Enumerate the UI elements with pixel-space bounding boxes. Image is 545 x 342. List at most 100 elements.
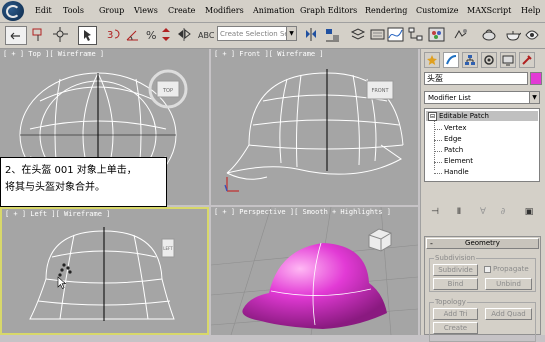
modify-tab-icon[interactable] <box>443 52 459 68</box>
modifier-list-label: Modifier List <box>428 94 471 102</box>
app-logo-icon[interactable] <box>2 1 24 21</box>
chevron-down-icon[interactable]: ▼ <box>529 92 539 103</box>
named-selection-icon[interactable]: ABC <box>197 26 215 43</box>
view-cube-left: LEFT <box>161 238 175 258</box>
viewport-perspective-label[interactable]: [ + ] Perspective ][ Smooth + Highlights… <box>214 208 391 216</box>
rollout-collapse-icon[interactable]: - <box>430 239 433 248</box>
menu-graph-editors[interactable]: Graph Editors <box>300 6 357 15</box>
curve-editor-icon[interactable] <box>387 26 404 43</box>
svg-text:ABC: ABC <box>198 31 214 40</box>
menu-customize[interactable]: Customize <box>416 6 459 15</box>
menu-edit[interactable]: Edit <box>35 6 52 15</box>
object-name-field[interactable]: 头盔 <box>424 72 528 85</box>
subdivision-group: Subdivision Subdivide Propagate Bind Unb… <box>429 254 536 292</box>
view-cube-top: TOP <box>148 69 188 109</box>
align-icon[interactable] <box>324 26 341 43</box>
menu-group[interactable]: Group <box>99 6 124 15</box>
render-frame-icon[interactable] <box>524 26 541 43</box>
modifier-list-dropdown[interactable]: Modifier List ▼ <box>424 91 540 104</box>
propagate-label: Propagate <box>493 265 529 273</box>
subdivide-button[interactable]: Subdivide <box>433 264 478 276</box>
chevron-down-icon[interactable]: ▼ <box>286 27 296 40</box>
menu-animation[interactable]: Animation <box>253 6 295 15</box>
menu-views[interactable]: Views <box>134 6 158 15</box>
undo-icon[interactable] <box>5 26 27 45</box>
mirror-icon[interactable] <box>303 26 320 43</box>
menu-create[interactable]: Create <box>168 6 195 15</box>
main-toolbar: 3 % ABC Create Selection Set ▼ <box>0 23 545 49</box>
schematic-icon[interactable] <box>407 26 424 43</box>
svg-text:TOP: TOP <box>162 88 173 94</box>
configure-sets-icon[interactable]: ▣ <box>522 205 536 219</box>
menu-modifiers[interactable]: Modifiers <box>205 6 244 15</box>
sub-object-edge[interactable]: Edge <box>444 135 462 143</box>
menu-tools[interactable]: Tools <box>63 6 84 15</box>
topology-title: Topology <box>434 298 467 306</box>
bind-button[interactable]: Bind <box>433 278 478 290</box>
viewport-top-label[interactable]: [ + ] Top ][ Wireframe ] <box>3 50 104 58</box>
front-view-wireframe: FRONT <box>224 69 404 192</box>
motion-tab-icon[interactable] <box>481 52 497 68</box>
utilities-tab-icon[interactable] <box>519 52 535 68</box>
view-cube-front: FRONT <box>366 80 394 100</box>
mirror-toggle-icon[interactable] <box>176 26 193 43</box>
bind-space-warp-icon[interactable] <box>52 26 69 43</box>
perspective-view <box>211 207 418 335</box>
remove-modifier-icon[interactable]: ∂ <box>496 205 510 219</box>
create-tab-icon[interactable] <box>424 52 440 68</box>
render-teapot-icon[interactable] <box>504 26 522 43</box>
geometry-rollout: - Geometry Subdivision Subdivide Propaga… <box>424 236 541 342</box>
svg-text:LEFT: LEFT <box>163 246 173 251</box>
rollout-title: Geometry <box>465 239 500 247</box>
layer-icon[interactable] <box>350 26 367 43</box>
geometry-rollout-header[interactable]: - Geometry <box>426 238 539 249</box>
object-color-swatch[interactable] <box>530 72 542 85</box>
callout-line-2: 将其与头盔对象合并。 <box>5 182 105 193</box>
topology-group: Topology Add Tri Add Quad Create <box>429 298 536 342</box>
stack-item-label: Editable Patch <box>439 112 489 120</box>
stack-item-editable-patch[interactable]: ⊟ Editable Patch <box>426 111 538 121</box>
toggle-ribbon-icon[interactable] <box>369 26 386 43</box>
collapse-icon[interactable]: ⊟ <box>428 112 437 121</box>
selection-set-dropdown[interactable]: Create Selection Set ▼ <box>217 26 297 41</box>
show-end-result-icon[interactable]: Ⅱ <box>452 205 466 219</box>
svg-text:3: 3 <box>107 30 113 41</box>
sub-object-element[interactable]: Element <box>444 157 473 165</box>
add-quad-button[interactable]: Add Quad <box>485 308 532 320</box>
selected-vertex-cluster <box>58 263 72 277</box>
stack-buttons: ⊣ Ⅱ ∀ ∂ ▣ <box>424 205 540 221</box>
sub-object-vertex[interactable]: Vertex <box>444 124 467 132</box>
pin-stack-icon[interactable]: ⊣ <box>428 205 442 219</box>
angle-snap-icon[interactable] <box>124 26 141 43</box>
menu-help[interactable]: Help <box>521 6 540 15</box>
svg-text:FRONT: FRONT <box>371 88 389 94</box>
sub-object-handle[interactable]: Handle <box>444 168 469 176</box>
subdivision-title: Subdivision <box>434 254 477 262</box>
menu-rendering[interactable]: Rendering <box>365 6 407 15</box>
instruction-callout: 2、在头盔 001 对象上单击， 将其与头盔对象合并。 <box>0 157 167 207</box>
viewport-left[interactable]: LEFT [ + ] Left ][ Wireframe ] <box>0 207 209 335</box>
hierarchy-tab-icon[interactable] <box>462 52 478 68</box>
menu-maxscript[interactable]: MAXScript <box>467 6 511 15</box>
viewport-left-label[interactable]: [ + ] Left ][ Wireframe ] <box>5 210 110 218</box>
add-tri-button[interactable]: Add Tri <box>433 308 478 320</box>
display-tab-icon[interactable] <box>500 52 516 68</box>
command-panel: 头盔 Modifier List ▼ ⊟ Editable Patch Vert… <box>420 49 545 342</box>
select-object-icon[interactable] <box>78 26 97 45</box>
snap-3-icon[interactable]: 3 <box>106 26 123 43</box>
propagate-checkbox[interactable] <box>484 266 491 273</box>
spinner-snap-icon[interactable] <box>158 26 175 43</box>
viewport-front[interactable]: FRONT [ + ] Front ][ Wireframe ] <box>211 49 418 205</box>
select-link-icon[interactable] <box>30 26 47 43</box>
quick-render-icon[interactable] <box>481 26 498 43</box>
viewport-front-label[interactable]: [ + ] Front ][ Wireframe ] <box>214 50 324 58</box>
sub-object-patch[interactable]: Patch <box>444 146 463 154</box>
create-button[interactable]: Create <box>433 322 478 334</box>
render-setup-icon[interactable] <box>452 26 469 43</box>
unbind-button[interactable]: Unbind <box>485 278 532 290</box>
make-unique-icon[interactable]: ∀ <box>476 205 490 219</box>
callout-line-1: 2、在头盔 001 对象上单击， <box>5 165 137 176</box>
material-editor-icon[interactable] <box>428 26 445 43</box>
modifier-stack: ⊟ Editable Patch Vertex Edge Patch Eleme… <box>424 108 540 182</box>
viewport-perspective[interactable]: [ + ] Perspective ][ Smooth + Highlights… <box>211 207 418 335</box>
